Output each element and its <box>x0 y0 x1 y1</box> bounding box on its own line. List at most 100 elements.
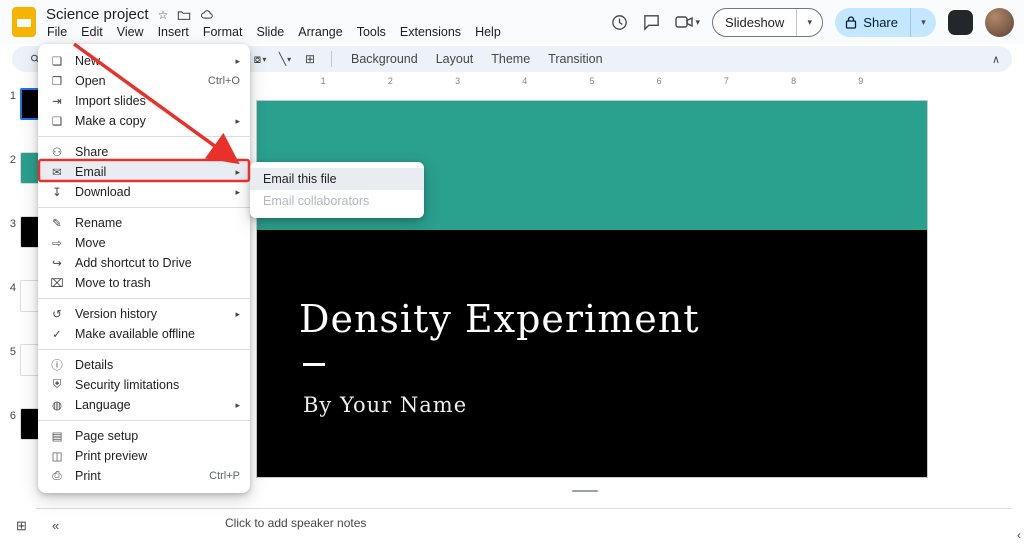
menu-item-security-limitations[interactable]: ⛨Security limitations <box>38 375 250 395</box>
menubar-item-extensions[interactable]: Extensions <box>393 23 468 41</box>
rename-icon: ✎ <box>46 216 68 230</box>
menu-item-rename[interactable]: ✎Rename <box>38 213 250 233</box>
cloud-status-icon[interactable] <box>200 8 214 22</box>
meet-camera-button[interactable]: ▾ <box>674 12 701 32</box>
slideshow-options-button[interactable]: ▾ <box>796 9 822 36</box>
menu-item-label: New <box>68 54 225 68</box>
insert-line-icon[interactable]: ╲▾ <box>274 48 296 70</box>
share-options-button[interactable]: ▾ <box>910 8 936 37</box>
ruler-number: 7 <box>724 76 729 86</box>
menu-item-print-preview[interactable]: ◫Print preview <box>38 446 250 466</box>
slide-title-text[interactable]: Density Experiment <box>299 297 699 341</box>
menu-item-label: Share <box>68 145 240 159</box>
menu-shortcut: Ctrl+P <box>199 470 240 482</box>
slides-logo[interactable] <box>12 7 36 37</box>
submenu-item-email-collaborators[interactable]: Email collaborators <box>250 190 424 212</box>
submenu-arrow-icon: ▸ <box>225 400 240 411</box>
ruler-number: 5 <box>589 76 594 86</box>
ruler-number: 8 <box>791 76 796 86</box>
theme-button[interactable]: Theme <box>482 49 539 69</box>
menubar-item-view[interactable]: View <box>110 23 151 41</box>
slide-canvas[interactable]: Density Experiment By Your Name <box>256 100 928 478</box>
menu-bar: FileEditViewInsertFormatSlideArrangeTool… <box>40 23 508 41</box>
submenu-arrow-icon: ▸ <box>225 167 240 178</box>
download-icon: ↧ <box>46 185 68 199</box>
menu-item-move[interactable]: ⇨Move <box>38 233 250 253</box>
right-panel-chevron-icon[interactable]: ‹ <box>1017 528 1021 542</box>
share-label: Share <box>863 15 898 30</box>
menu-item-download[interactable]: ↧Download▸ <box>38 182 250 202</box>
notes-resize-handle[interactable] <box>572 490 598 492</box>
menu-item-print[interactable]: ⎙PrintCtrl+P <box>38 466 250 486</box>
version-history-icon[interactable] <box>610 12 630 32</box>
menu-shortcut: Ctrl+O <box>198 75 240 87</box>
ruler-number: 1 <box>321 76 326 86</box>
transition-button[interactable]: Transition <box>539 49 611 69</box>
menubar-item-edit[interactable]: Edit <box>74 23 110 41</box>
submenu-item-email-this-file[interactable]: Email this file <box>250 168 424 190</box>
slide-subtitle-text[interactable]: By Your Name <box>303 393 467 417</box>
menubar-item-slide[interactable]: Slide <box>249 23 291 41</box>
caret-down-icon: ▾ <box>808 17 813 28</box>
insert-shape-icon[interactable]: ⧇▾ <box>249 48 271 70</box>
ruler-number: 2 <box>388 76 393 86</box>
menu-item-email[interactable]: ✉Email▸ <box>38 162 250 182</box>
slideshow-label: Slideshow <box>725 15 784 30</box>
menu-item-add-shortcut-to-drive[interactable]: ↪Add shortcut to Drive <box>38 253 250 273</box>
background-button[interactable]: Background <box>342 49 427 69</box>
menu-item-page-setup[interactable]: ▤Page setup <box>38 426 250 446</box>
insert-placeholder-icon[interactable]: ⊞ <box>299 48 321 70</box>
slide-number: 6 <box>0 408 16 422</box>
menubar-item-arrange[interactable]: Arrange <box>291 23 349 41</box>
menu-item-open[interactable]: ❐OpenCtrl+O <box>38 71 250 91</box>
menu-divider <box>38 136 250 137</box>
menu-item-label: Print <box>68 469 199 483</box>
notes-pane-border <box>36 508 1012 509</box>
menu-item-make-available-offline[interactable]: ✓Make available offline <box>38 324 250 344</box>
menubar-item-insert[interactable]: Insert <box>151 23 196 41</box>
menu-item-details[interactable]: ⓘDetails <box>38 355 250 375</box>
menu-item-label: Security limitations <box>68 378 240 392</box>
grid-view-icon[interactable]: ⊞ <box>16 518 27 534</box>
menu-item-new[interactable]: ❏New▸ <box>38 51 250 71</box>
menu-item-label: Add shortcut to Drive <box>68 256 240 270</box>
ruler-number: 4 <box>522 76 527 86</box>
slides-logo-inner <box>17 19 31 27</box>
document-title[interactable]: Science project <box>46 6 149 23</box>
menubar-item-file[interactable]: File <box>40 23 74 41</box>
slideshow-button[interactable]: Slideshow <box>713 9 796 36</box>
collapse-filmstrip-icon[interactable]: « <box>52 518 59 533</box>
menu-item-import-slides[interactable]: ⇥Import slides <box>38 91 250 111</box>
menubar-item-help[interactable]: Help <box>468 23 508 41</box>
submenu-arrow-icon: ▸ <box>225 187 240 198</box>
new-icon: ❏ <box>46 54 68 68</box>
move-folder-icon[interactable] <box>177 8 191 22</box>
submenu-arrow-icon: ▸ <box>225 309 240 320</box>
menu-item-version-history[interactable]: ↺Version history▸ <box>38 304 250 324</box>
speaker-notes-placeholder[interactable]: Click to add speaker notes <box>225 516 366 530</box>
presentation-display-button[interactable] <box>948 10 973 35</box>
menu-item-label: Page setup <box>68 429 240 443</box>
collapse-toolbar-icon[interactable]: ∧ <box>992 53 1000 66</box>
menubar-item-tools[interactable]: Tools <box>350 23 393 41</box>
menu-item-label: Rename <box>68 216 240 230</box>
caret-down-icon: ▾ <box>262 55 266 64</box>
caret-down-icon: ▾ <box>921 17 926 28</box>
menubar-item-format[interactable]: Format <box>196 23 250 41</box>
import-icon: ⇥ <box>46 94 68 108</box>
email-submenu: Email this fileEmail collaborators <box>250 162 424 218</box>
slide-number: 5 <box>0 344 16 358</box>
layout-button[interactable]: Layout <box>427 49 483 69</box>
star-icon[interactable]: ☆ <box>158 9 169 21</box>
menu-item-share[interactable]: ⚇Share <box>38 142 250 162</box>
comments-icon[interactable] <box>642 12 662 32</box>
menu-item-move-to-trash[interactable]: ⌧Move to trash <box>38 273 250 293</box>
history-icon: ↺ <box>46 307 68 321</box>
share-button[interactable]: Share <box>835 8 910 37</box>
toolbar-divider <box>331 51 332 67</box>
menu-item-label: Print preview <box>68 449 240 463</box>
menu-item-make-a-copy[interactable]: ❑Make a copy▸ <box>38 111 250 131</box>
user-avatar[interactable] <box>985 8 1014 37</box>
menu-item-language[interactable]: ◍Language▸ <box>38 395 250 415</box>
insert-shape-glyph: ⧇ <box>254 52 262 67</box>
